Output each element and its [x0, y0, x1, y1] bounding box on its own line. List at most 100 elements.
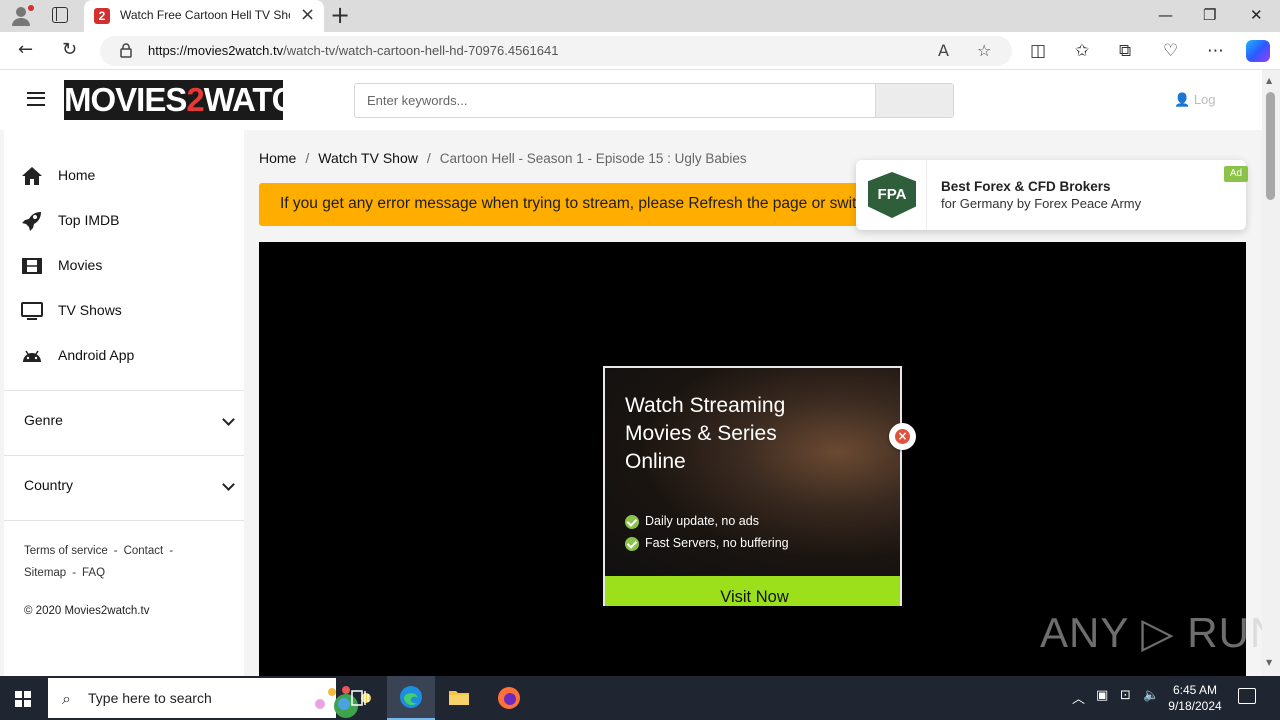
- split-screen-icon[interactable]: ◫: [1030, 39, 1046, 63]
- read-aloud-icon[interactable]: A: [938, 40, 949, 62]
- search-icon: ⌕: [62, 689, 71, 708]
- copyright-text: © 2020 Movies2watch.tv: [24, 605, 150, 617]
- sidebar-item-tv-shows[interactable]: TV Shows: [4, 291, 244, 331]
- rocket-icon: [22, 212, 41, 231]
- breadcrumb: Home / Watch TV Show / Cartoon Hell - Season…: [259, 150, 747, 166]
- window-close-icon[interactable]: ✕: [1250, 4, 1263, 26]
- link-separator: -: [169, 545, 174, 557]
- sidebar-divider: [4, 520, 244, 521]
- back-icon[interactable]: ←: [18, 38, 33, 62]
- footer-links: Terms of service - Contact - Sitemap - FAQ: [24, 540, 224, 584]
- login-link[interactable]: 👤 Log: [1174, 92, 1216, 108]
- country-dropdown[interactable]: Country: [4, 466, 244, 506]
- scroll-up-icon[interactable]: ▲: [1266, 76, 1272, 85]
- lock-icon[interactable]: [120, 42, 132, 58]
- search-button[interactable]: [875, 84, 953, 117]
- device-icon[interactable]: ▣: [1096, 688, 1108, 703]
- clock-time: 6:45 AM: [1172, 683, 1218, 697]
- breadcrumb-home[interactable]: Home: [259, 150, 296, 166]
- breadcrumb-tv-show[interactable]: Watch TV Show: [318, 150, 418, 166]
- new-tab-icon[interactable]: +: [330, 2, 350, 28]
- menu-hamburger-icon[interactable]: [27, 92, 45, 106]
- check-icon: [625, 515, 639, 529]
- url-text[interactable]: https://movies2watch.tv/watch-tv/watch-c…: [148, 43, 558, 58]
- taskbar-search[interactable]: ⌕ Type here to search: [48, 678, 371, 718]
- feature-text: Fast Servers, no buffering: [645, 536, 789, 550]
- network-icon[interactable]: ⊡: [1120, 688, 1131, 703]
- popup-close-button[interactable]: ×: [889, 423, 916, 450]
- ad-badge: Ad: [1224, 166, 1248, 182]
- anyrun-watermark: ANY ▷ RUN: [1040, 609, 1280, 656]
- streaming-popup-ad[interactable]: Watch Streaming Movies & Series Online D…: [603, 366, 902, 606]
- ad-subtitle: for Germany by Forex Peace Army: [941, 196, 1142, 211]
- windows-taskbar: ⌕ Type here to search ︿ ▣ ⊡ 🔈 6:45 AM 9/…: [0, 676, 1280, 720]
- task-view-icon[interactable]: [336, 676, 384, 720]
- restore-icon[interactable]: ❐: [1203, 4, 1216, 26]
- tv-icon: [21, 302, 43, 320]
- search-input[interactable]: [355, 84, 875, 117]
- taskbar-clock[interactable]: 6:45 AM 9/18/2024: [1162, 682, 1228, 714]
- refresh-icon[interactable]: ↻: [62, 38, 77, 62]
- visit-now-button[interactable]: Visit Now: [605, 576, 900, 606]
- popup-title: Watch Streaming Movies & Series Online: [625, 394, 786, 473]
- show-hidden-icons[interactable]: ︿: [1072, 688, 1085, 707]
- favorites-icon[interactable]: ✩: [1075, 39, 1089, 63]
- scroll-thumb[interactable]: [1266, 92, 1275, 200]
- profile-notification-dot: [28, 5, 34, 11]
- collections-icon[interactable]: ⧉: [1119, 39, 1131, 63]
- file-explorer-icon[interactable]: [435, 676, 483, 720]
- browser-tab-bar: 2 Watch Free Cartoon Hell TV Shows × + —…: [0, 0, 1280, 32]
- volume-icon[interactable]: 🔈: [1143, 688, 1159, 703]
- sidebar-item-label: Android App: [58, 347, 135, 363]
- link-separator: -: [72, 567, 77, 579]
- forex-ad-banner[interactable]: FPA Best Forex & CFD Brokers for Germany…: [856, 160, 1248, 230]
- ad-divider: [926, 160, 927, 230]
- sidebar: Home Top IMDB Movies TV Shows Android Ap…: [4, 130, 244, 676]
- chevron-down-icon: [222, 478, 235, 491]
- sidebar-item-top-imdb[interactable]: Top IMDB: [4, 201, 244, 241]
- sidebar-divider: [4, 390, 244, 391]
- taskbar-search-placeholder: Type here to search: [88, 690, 212, 706]
- terms-link[interactable]: Terms of service: [24, 545, 108, 557]
- favorite-star-icon[interactable]: ☆: [977, 40, 991, 62]
- sidebar-item-label: Movies: [58, 257, 103, 273]
- browser-essentials-icon[interactable]: ♡: [1163, 39, 1178, 63]
- windows-start-icon[interactable]: [15, 691, 31, 707]
- check-icon: [625, 537, 639, 551]
- search-box: [354, 83, 954, 118]
- address-bar[interactable]: https://movies2watch.tv/watch-tv/watch-c…: [100, 36, 1012, 66]
- edge-taskbar-icon[interactable]: [387, 676, 435, 720]
- firefox-icon[interactable]: [485, 676, 533, 720]
- settings-more-icon[interactable]: ⋯: [1207, 39, 1224, 63]
- clock-date: 9/18/2024: [1168, 699, 1222, 713]
- tab-actions-icon[interactable]: [52, 7, 68, 23]
- genre-label: Genre: [24, 412, 63, 428]
- notification-icon[interactable]: [1238, 688, 1256, 704]
- link-separator: -: [113, 545, 118, 557]
- copilot-icon[interactable]: [1246, 40, 1270, 62]
- faq-link[interactable]: FAQ: [82, 567, 105, 579]
- ad-title: Best Forex & CFD Brokers: [941, 179, 1111, 194]
- genre-dropdown[interactable]: Genre: [4, 401, 244, 441]
- sidebar-item-android-app[interactable]: Android App: [4, 336, 244, 376]
- contact-link[interactable]: Contact: [124, 545, 164, 557]
- page-scrollbar[interactable]: ▲ ▼: [1262, 70, 1280, 676]
- film-icon: [22, 258, 42, 274]
- sidebar-item-home[interactable]: Home: [4, 156, 244, 196]
- sidebar-divider: [4, 455, 244, 456]
- browser-tab-active[interactable]: 2 Watch Free Cartoon Hell TV Shows ×: [84, 0, 324, 32]
- home-icon: [22, 167, 42, 185]
- site-logo[interactable]: MOVIES2WATCH: [64, 80, 283, 120]
- sidebar-item-label: Top IMDB: [58, 212, 120, 228]
- breadcrumb-current: Cartoon Hell - Season 1 - Episode 15 : U…: [439, 151, 747, 166]
- sitemap-link[interactable]: Sitemap: [24, 567, 66, 579]
- minimize-icon[interactable]: —: [1158, 4, 1173, 26]
- sidebar-item-label: TV Shows: [58, 302, 122, 318]
- scroll-down-icon[interactable]: ▼: [1266, 658, 1272, 667]
- sidebar-item-movies[interactable]: Movies: [4, 246, 244, 286]
- site-favicon-icon: 2: [94, 8, 110, 24]
- feature-text: Daily update, no ads: [645, 514, 759, 528]
- site-header: MOVIES2WATCH 👤 Log: [0, 70, 1262, 130]
- close-icon: ×: [897, 429, 908, 443]
- tab-close-icon[interactable]: ×: [300, 5, 315, 25]
